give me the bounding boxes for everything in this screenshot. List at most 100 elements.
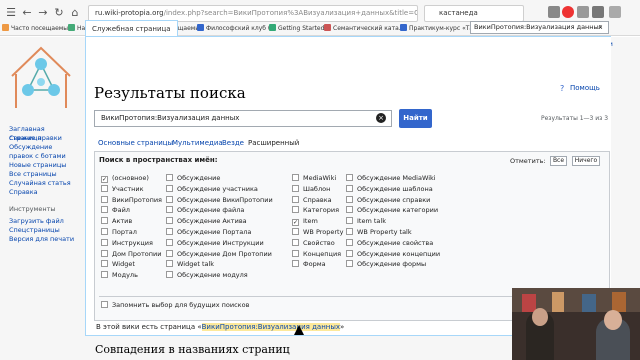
checkbox-box[interactable] xyxy=(101,184,108,192)
existing-page-link[interactable]: ВикиПротопия:Визуализация данных xyxy=(201,323,341,331)
sidebar-tool-item[interactable]: Загрузить файл xyxy=(9,217,64,226)
checkbox-box[interactable] xyxy=(166,238,173,246)
namespace-option[interactable]: Обсуждение концепции xyxy=(346,249,440,259)
help-link[interactable]: Помощь xyxy=(570,84,600,92)
back-icon[interactable]: ← xyxy=(20,6,34,20)
checkbox-box[interactable] xyxy=(166,195,173,203)
namespace-option[interactable]: Widget xyxy=(101,260,135,269)
checkbox-box[interactable] xyxy=(166,228,173,235)
namespace-option[interactable]: Участник xyxy=(101,184,144,194)
checkbox-box[interactable] xyxy=(346,217,353,225)
namespace-option[interactable]: Справка xyxy=(292,195,332,205)
checkbox-box[interactable] xyxy=(292,260,299,268)
select-all-button[interactable]: Все xyxy=(550,156,567,166)
bookmark-item[interactable]: Часто посещаемые xyxy=(2,24,72,34)
namespace-option[interactable]: Обсуждение формы xyxy=(346,260,426,269)
namespace-option[interactable]: Обсуждение категории xyxy=(346,206,438,215)
menu-icon[interactable]: ☰ xyxy=(4,6,18,20)
profile-tab[interactable]: Расширенный xyxy=(248,139,299,147)
checkbox-box[interactable] xyxy=(166,184,173,192)
search-icon[interactable]: ⌕ xyxy=(598,22,602,32)
namespace-option[interactable]: Обсуждение файла xyxy=(166,206,244,215)
namespace-option[interactable]: Обсуждение модуля xyxy=(166,271,248,280)
sidebar-item[interactable]: Все страницы xyxy=(9,170,75,179)
namespace-option[interactable]: Item talk xyxy=(346,217,386,226)
library-icon[interactable] xyxy=(548,6,560,18)
sidebar-tool-item[interactable]: Версия для печати xyxy=(9,235,74,244)
bookmark-item[interactable]: Getting Started xyxy=(269,24,324,34)
checkbox-box[interactable] xyxy=(166,260,173,268)
namespace-option[interactable]: ✓ (основное) xyxy=(101,174,149,183)
checkbox-box[interactable] xyxy=(292,195,299,203)
sidebar-item[interactable]: Справка xyxy=(9,188,75,197)
sidebar-tool-item[interactable]: Спецстраницы xyxy=(9,226,60,235)
extension-icon[interactable] xyxy=(577,6,589,18)
checkbox-box[interactable] xyxy=(101,228,108,235)
namespace-option[interactable]: Шаблон xyxy=(292,184,330,194)
namespace-option[interactable]: Обсуждение свойства xyxy=(346,238,433,248)
checkbox-box[interactable] xyxy=(292,249,299,257)
namespace-option[interactable]: Widget talk xyxy=(166,260,214,269)
namespace-option[interactable]: Обсуждение MediaWiki xyxy=(346,174,436,183)
sidebar-item[interactable]: Свежие правки xyxy=(9,134,75,143)
bookmark-item[interactable]: Практикум-курс «Та... xyxy=(400,24,479,34)
namespace-option[interactable]: Обсуждение Дом Протопии xyxy=(166,249,272,259)
profile-tab[interactable]: Мультимедиа xyxy=(172,139,223,147)
abp-icon[interactable] xyxy=(562,6,574,18)
namespace-option[interactable]: Обсуждение ВикиПротопии xyxy=(166,195,273,205)
screenshot-icon[interactable] xyxy=(592,6,604,18)
checkbox-box[interactable] xyxy=(166,249,173,257)
search-button[interactable]: Найти xyxy=(399,109,432,128)
namespace-option[interactable]: ✓ Item xyxy=(292,217,318,227)
checkbox-box[interactable] xyxy=(346,184,353,192)
checkbox-box[interactable] xyxy=(101,217,108,225)
checkbox-box[interactable] xyxy=(346,238,353,246)
namespace-option[interactable]: Форма xyxy=(292,260,326,269)
search-query-input[interactable]: ВикиПротопия:Визуализация данных xyxy=(94,110,392,127)
checkbox-box[interactable] xyxy=(101,238,108,246)
checkbox-box[interactable] xyxy=(346,260,353,268)
namespace-option[interactable]: Категория xyxy=(292,206,339,215)
namespace-option[interactable]: Обсуждение Актива xyxy=(166,217,247,226)
namespace-option[interactable]: Портал xyxy=(101,228,137,237)
checkbox-box[interactable] xyxy=(292,228,299,235)
namespace-option[interactable]: MediaWiki xyxy=(292,174,336,183)
help-icon[interactable]: ? xyxy=(560,84,564,93)
namespace-option[interactable]: Обсуждение Инструкции xyxy=(166,238,264,248)
bookmark-item[interactable]: Семантический ката... xyxy=(324,24,404,34)
clear-icon[interactable]: × xyxy=(376,113,386,123)
namespace-option[interactable]: Дом Протопии xyxy=(101,249,161,259)
checkbox-box[interactable] xyxy=(101,271,108,279)
sidebar-item[interactable]: Обсуждение правок с ботами xyxy=(9,143,75,160)
checkbox-box[interactable] xyxy=(166,271,173,279)
checkbox-box[interactable] xyxy=(166,174,173,181)
checkbox-box[interactable] xyxy=(101,260,108,268)
namespace-option[interactable]: Обсуждение участника xyxy=(166,184,258,194)
overflow-menu-icon[interactable] xyxy=(609,6,621,18)
sidebar-item[interactable]: Случайная статья xyxy=(9,179,75,188)
profile-tab[interactable]: Везде xyxy=(222,139,244,147)
reload-icon[interactable]: ↻ xyxy=(52,6,66,20)
namespace-option[interactable]: Концепция xyxy=(292,249,341,259)
namespace-option[interactable]: ВикиПротопия xyxy=(101,195,162,205)
checkbox-box[interactable] xyxy=(166,217,173,225)
checkbox-box[interactable] xyxy=(292,174,299,181)
remember-checkbox[interactable]: Запомнить выбор для будущих поисков xyxy=(101,301,249,310)
checkbox-box[interactable]: ✓ xyxy=(292,219,299,227)
checkbox-box[interactable] xyxy=(101,195,108,203)
checkbox-box[interactable] xyxy=(292,206,299,214)
profile-tab[interactable]: Основные страницы xyxy=(98,139,173,147)
forward-icon[interactable]: → xyxy=(36,6,50,20)
checkbox-box[interactable] xyxy=(346,174,353,181)
namespace-option[interactable]: Свойство xyxy=(292,238,335,248)
namespace-option[interactable]: WB Property xyxy=(292,228,343,237)
namespace-option[interactable]: Обсуждение справки xyxy=(346,195,430,205)
checkbox-box[interactable] xyxy=(346,195,353,203)
tab-special-page[interactable]: Служебная страница xyxy=(85,20,178,36)
browser-search-input[interactable]: кастанеда xyxy=(424,5,524,22)
wiki-search-input[interactable]: ВикиПротопия:Визуализация данных xyxy=(470,21,609,34)
checkbox-box[interactable]: ✓ xyxy=(101,176,108,183)
bookmark-item[interactable]: Философский клуб (... xyxy=(197,24,276,34)
home-icon[interactable]: ⌂ xyxy=(68,6,82,20)
namespace-option[interactable]: Обсуждение Портала xyxy=(166,228,251,237)
